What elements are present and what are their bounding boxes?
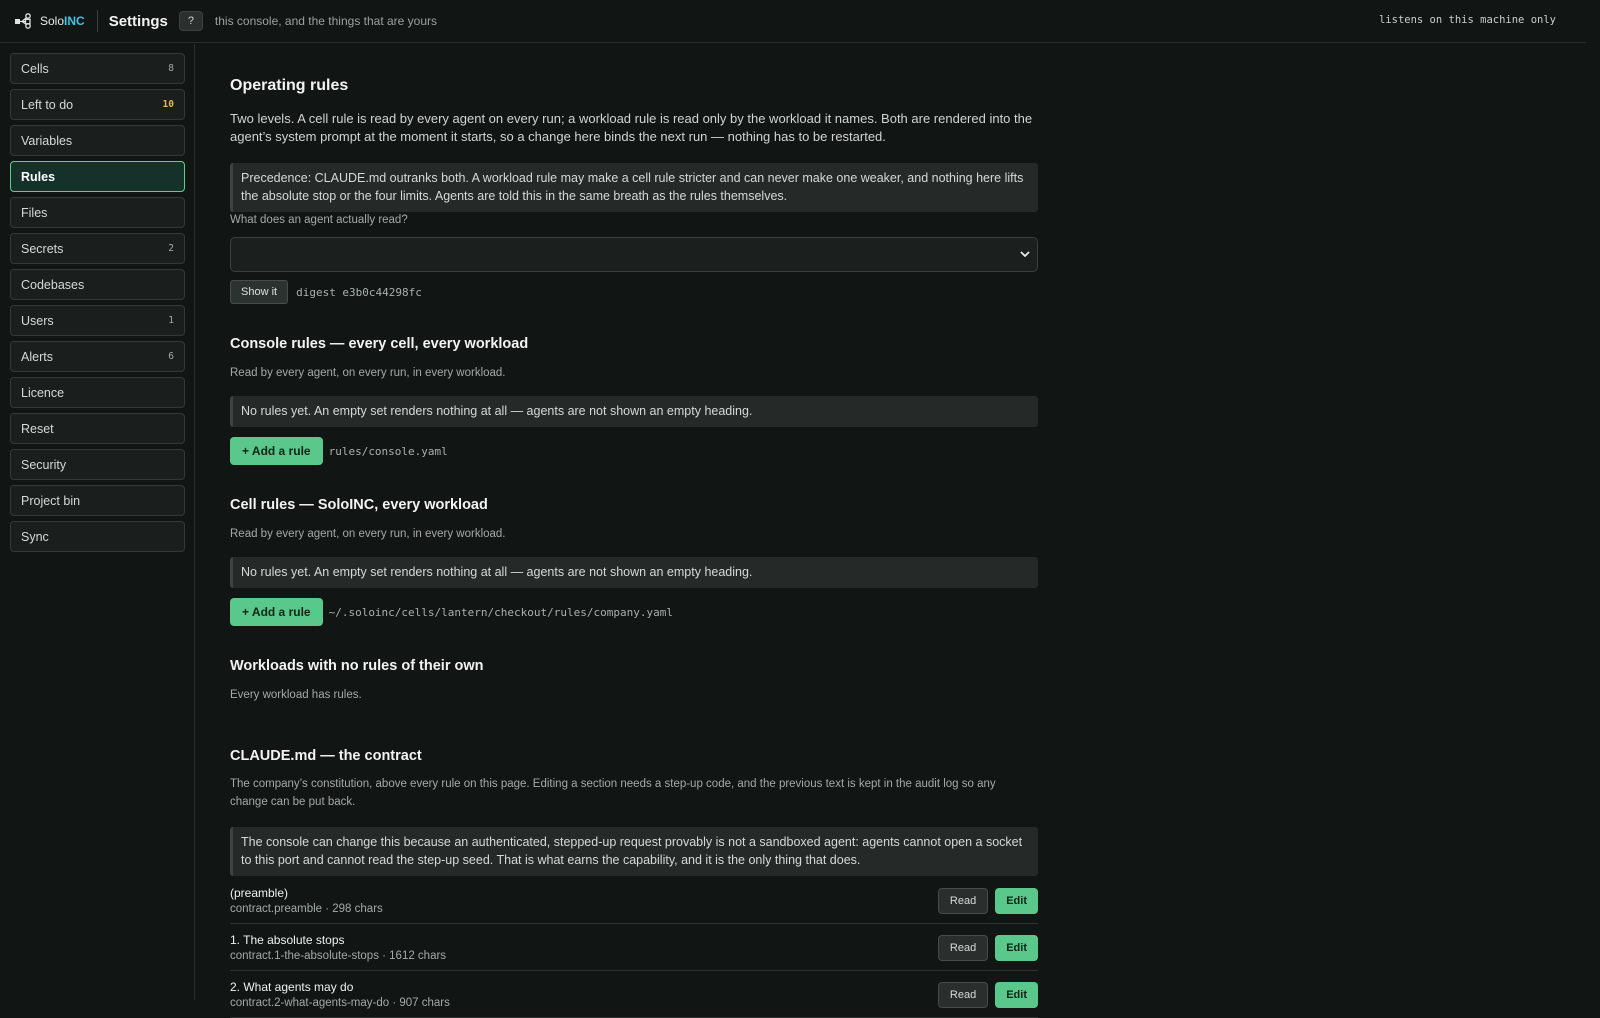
listen-status: listens on this machine only [1378,14,1556,26]
brand-name: SoloINC [40,14,85,28]
contract-section-name: (preamble) [230,886,289,900]
console-rules-heading: Console rules — every cell, every worklo… [230,336,529,352]
contract-section-name: 2. What agents may do [230,980,354,994]
console-rules-subtitle: Read by every agent, on every run, in ev… [230,367,506,379]
sidebar-item-label: Variables [21,133,73,148]
sidebar-item-label: Alerts [21,349,53,364]
sidebar: Cells 8 Left to do 10 Variables Rules Files Sec… [0,44,195,1000]
operating-rules-heading: Operating rules [230,77,349,94]
contract-section-meta: contract.2-what-agents-may-do · 907 char… [230,997,450,1009]
edit-button[interactable]: Edit [995,935,1038,961]
chevron-down-icon [1020,251,1030,257]
sidebar-item-label: Sync [21,529,49,544]
sidebar-item-reset[interactable]: Reset [10,413,185,444]
contract-note: The console can change this because an a… [230,827,1038,876]
sidebar-item-left-to-do[interactable]: Left to do 10 [10,89,185,120]
read-button[interactable]: Read [937,982,989,1008]
agent-read-label: What does an agent actually read? [230,214,408,226]
precedence-note: Precedence: CLAUDE.md outranks both. A w… [230,163,1038,212]
sidebar-item-project-bin[interactable]: Project bin [10,485,185,516]
sidebar-item-files[interactable]: Files [10,197,185,228]
sidebar-item-label: Cells [21,61,49,76]
contract-section-row: 2. What agents may do contract.2-what-age… [230,972,1038,1018]
workloads-heading: Workloads with no rules of their own [230,658,484,674]
edit-button[interactable]: Edit [995,888,1038,914]
cell-rules-heading: Cell rules — SoloINC, every workload [230,497,488,513]
sidebar-item-security[interactable]: Security [10,449,185,480]
sidebar-item-users[interactable]: Users 1 [10,305,185,336]
contract-subtitle: The company’s constitution, above every … [230,778,996,808]
agent-read-select[interactable] [230,237,1038,272]
contract-section-actions: Read Edit [937,935,1038,961]
sidebar-item-label: Codebases [21,277,85,292]
sidebar-item-rules[interactable]: Rules [10,161,185,192]
sidebar-item-alerts[interactable]: Alerts 6 [10,341,185,372]
sidebar-item-variables[interactable]: Variables [10,125,185,156]
console-rules-path: rules/console.yaml [328,444,448,458]
sidebar-item-label: Left to do [21,97,74,112]
sidebar-item-secrets[interactable]: Secrets 2 [10,233,185,264]
sidebar-item-count: 10 [162,99,174,110]
top-bar: SoloINC Settings ? this console, and the… [0,0,1586,43]
sidebar-item-label: Secrets [21,241,64,256]
sidebar-item-count: 2 [168,243,174,254]
workloads-subtitle: Every workload has rules. [230,689,362,701]
contract-section-name: 1. The absolute stops [230,933,345,947]
help-button[interactable]: ? [178,11,203,31]
page-tagline: this console, and the things that are yo… [214,14,438,28]
contract-section-actions: Read Edit [937,888,1038,914]
sidebar-item-count: 1 [168,315,174,326]
read-button[interactable]: Read [937,935,989,961]
sidebar-item-count: 6 [168,351,174,362]
sidebar-item-cells[interactable]: Cells 8 [10,53,185,84]
sidebar-item-label: Rules [21,169,56,184]
sidebar-item-label: Security [21,457,67,472]
contract-section-actions: Read Edit [937,982,1038,1008]
add-console-rule-button[interactable]: + Add a rule [230,437,323,465]
sidebar-item-label: Project bin [21,493,81,508]
edit-button[interactable]: Edit [995,982,1038,1008]
contract-section-row: 1. The absolute stops contract.1-the-abso… [230,925,1038,971]
operating-rules-lead: Two levels. A cell rule is read by every… [230,111,1033,144]
sidebar-item-licence[interactable]: Licence [10,377,185,408]
sidebar-item-label: Licence [21,385,65,400]
sidebar-item-sync[interactable]: Sync [10,521,185,552]
page-title: Settings [108,12,168,30]
sidebar-item-label: Reset [21,421,54,436]
sidebar-item-label: Users [21,313,54,328]
console-rules-empty: No rules yet. An empty set renders nothi… [230,396,1038,427]
brand-logo[interactable]: SoloINC [14,12,85,30]
cell-rules-path: ~/.soloinc/cells/lantern/checkout/rules/… [328,605,673,619]
cell-rules-subtitle: Read by every agent, on every run, in ev… [230,528,506,540]
read-button[interactable]: Read [937,888,989,914]
contract-section-meta: contract.1-the-absolute-stops · 1612 cha… [230,950,447,962]
cell-rules-empty: No rules yet. An empty set renders nothi… [230,557,1038,588]
digest-value: digest e3b0c44298fc [296,285,422,299]
show-it-button[interactable]: Show it [230,280,289,304]
add-cell-rule-button[interactable]: + Add a rule [230,598,323,626]
network-logo-icon [15,13,31,29]
contract-heading: CLAUDE.md — the contract [230,748,422,764]
sidebar-item-codebases[interactable]: Codebases [10,269,185,300]
contract-section-meta: contract.preamble · 298 chars [230,903,383,915]
sidebar-item-label: Files [21,205,48,220]
sidebar-item-count: 8 [168,63,174,74]
divider [96,10,98,32]
contract-section-row: (preamble) contract.preamble · 298 chars R… [230,878,1038,924]
sidebar-nav: Cells 8 Left to do 10 Variables Rules Files Sec… [0,44,194,552]
